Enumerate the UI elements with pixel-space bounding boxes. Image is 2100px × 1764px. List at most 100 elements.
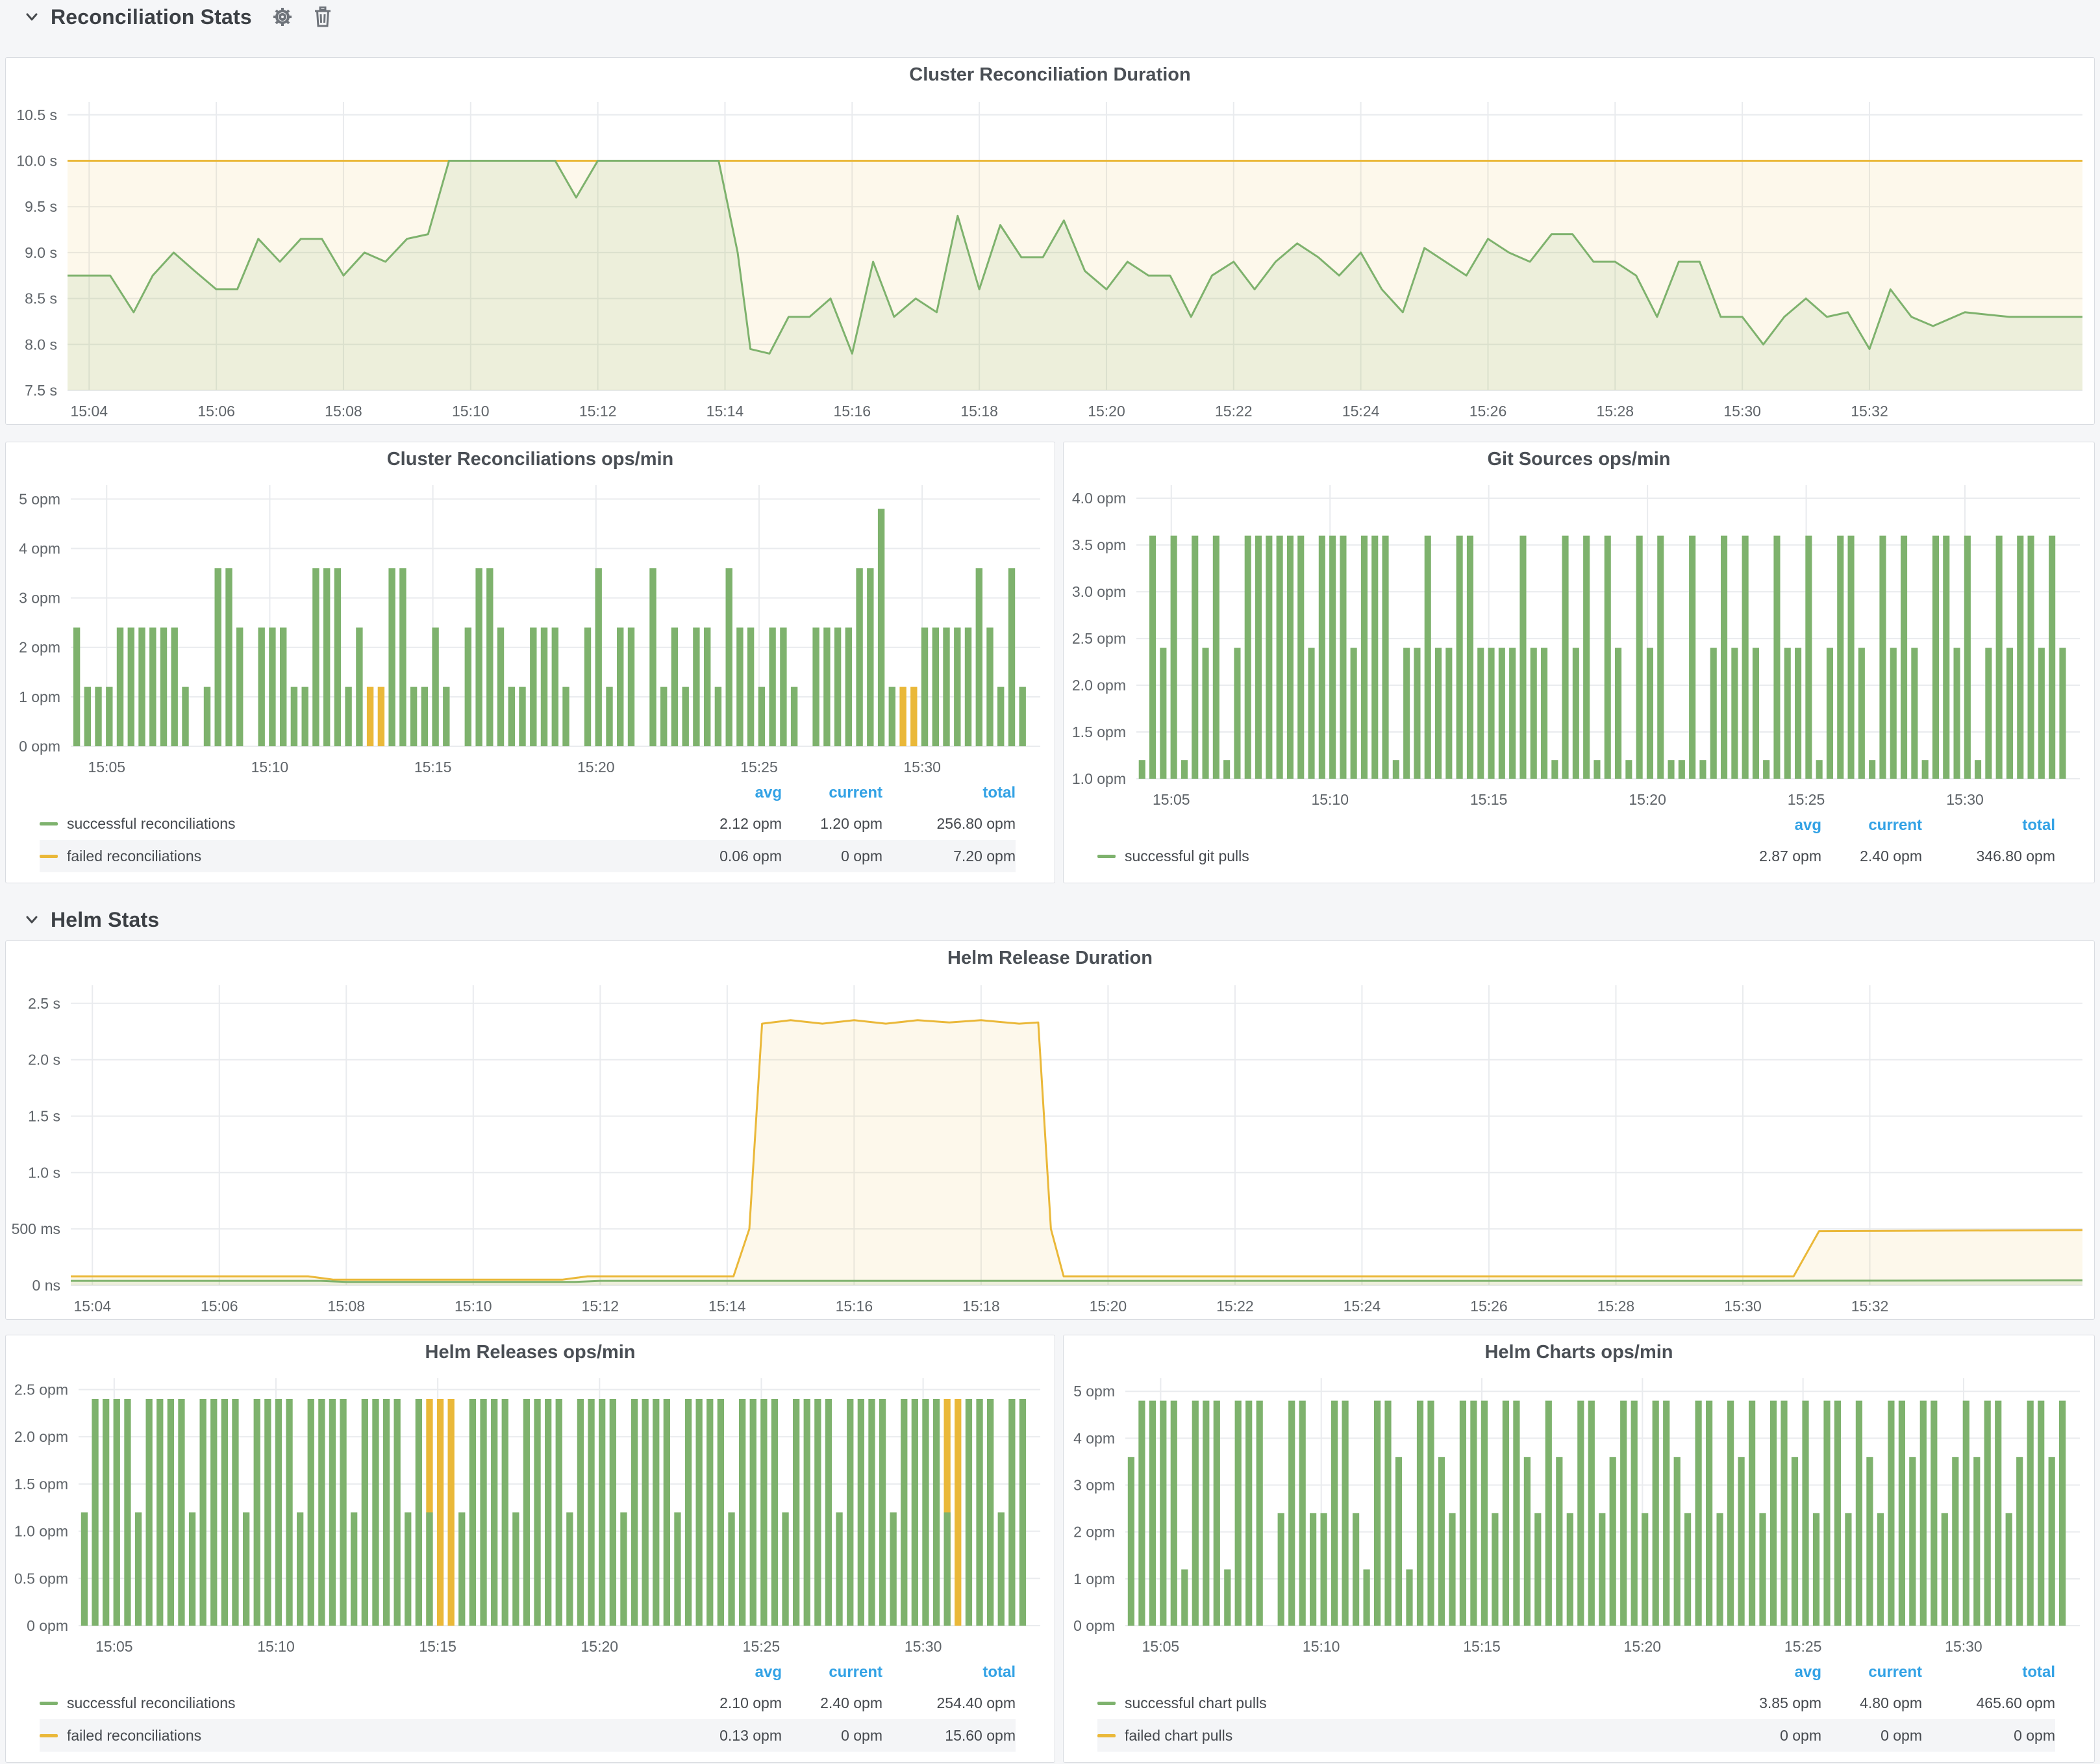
svg-text:9.5 s: 9.5 s xyxy=(25,198,57,215)
svg-text:15:06: 15:06 xyxy=(201,1298,238,1315)
svg-text:1.0 opm: 1.0 opm xyxy=(1072,770,1126,787)
svg-text:10.5 s: 10.5 s xyxy=(16,107,57,123)
legend-header-total[interactable]: total xyxy=(1922,816,2055,835)
legend-header-current[interactable]: current xyxy=(782,1663,882,1682)
series-color-dash xyxy=(1097,1734,1116,1737)
legend-header-total[interactable]: total xyxy=(882,1663,1016,1682)
svg-text:15:30: 15:30 xyxy=(905,1638,942,1655)
svg-text:2.0 opm: 2.0 opm xyxy=(1072,677,1126,694)
section-title[interactable]: Helm Stats xyxy=(51,908,159,932)
legend-series[interactable]: failed reconciliations xyxy=(40,848,665,865)
legend-header-total[interactable]: total xyxy=(882,784,1016,802)
svg-text:15:18: 15:18 xyxy=(960,403,998,420)
svg-text:15:20: 15:20 xyxy=(1624,1638,1662,1655)
svg-text:15:28: 15:28 xyxy=(1597,1298,1635,1315)
line-chart[interactable]: 7.5 s8.0 s8.5 s9.0 s9.5 s10.0 s10.5 s15:… xyxy=(6,92,2094,424)
svg-text:3 opm: 3 opm xyxy=(1073,1477,1115,1494)
legend-total-value: 254.40 opm xyxy=(882,1695,1016,1712)
svg-text:15:26: 15:26 xyxy=(1469,403,1507,420)
svg-text:15:05: 15:05 xyxy=(1153,791,1190,808)
svg-text:15:28: 15:28 xyxy=(1597,403,1634,420)
chart-cluster-reconciliations-ops[interactable]: 0 opm1 opm2 opm3 opm4 opm5 opm15:0515:10… xyxy=(6,476,1055,779)
panel-title[interactable]: Helm Release Duration xyxy=(6,941,2094,975)
legend-current-value: 0 opm xyxy=(782,848,882,865)
section-title[interactable]: Reconciliation Stats xyxy=(51,5,252,29)
legend-row-failed-chart-pulls: failed chart pulls 0 opm 0 opm 0 opm xyxy=(1097,1719,2055,1752)
panel-cluster-reconciliation-duration: Cluster Reconciliation Duration 7.5 s8.0… xyxy=(5,57,2095,425)
legend-row-successful-git-pulls: successful git pulls 2.87 opm 2.40 opm 3… xyxy=(1097,840,2055,872)
bar-chart[interactable]: 0 opm1 opm2 opm3 opm4 opm5 opm15:0515:10… xyxy=(1064,1369,2094,1658)
trash-icon[interactable] xyxy=(313,6,332,28)
section-header-reconciliation-stats[interactable]: Reconciliation Stats xyxy=(14,1,332,32)
svg-text:15:20: 15:20 xyxy=(577,759,615,775)
chart-git-sources-ops[interactable]: 1.0 opm1.5 opm2.0 opm2.5 opm3.0 opm3.5 o… xyxy=(1064,476,2094,811)
svg-text:2.0 opm: 2.0 opm xyxy=(14,1428,68,1445)
series-color-dash xyxy=(1097,1702,1116,1705)
chevron-down-icon[interactable] xyxy=(23,911,40,928)
legend-series[interactable]: successful chart pulls xyxy=(1097,1695,1705,1712)
legend-total-value: 465.60 opm xyxy=(1922,1695,2055,1712)
chart-helm-releases-ops[interactable]: 0 opm0.5 opm1.0 opm1.5 opm2.0 opm2.5 opm… xyxy=(6,1369,1055,1658)
svg-text:15:16: 15:16 xyxy=(836,1298,873,1315)
svg-text:15:06: 15:06 xyxy=(197,403,235,420)
svg-text:15:30: 15:30 xyxy=(1724,1298,1762,1315)
legend: avg current total successful reconciliat… xyxy=(6,1658,1055,1762)
legend-header-current[interactable]: current xyxy=(782,784,882,802)
chart-helm-release-duration[interactable]: 0 ns500 ms1.0 s1.5 s2.0 s2.5 s15:0415:06… xyxy=(6,975,2094,1319)
chevron-down-icon[interactable] xyxy=(23,8,40,25)
legend-series[interactable]: successful reconciliations xyxy=(40,815,665,833)
legend-header-avg[interactable]: avg xyxy=(1705,816,1821,835)
bar-chart[interactable]: 1.0 opm1.5 opm2.0 opm2.5 opm3.0 opm3.5 o… xyxy=(1064,476,2094,811)
legend: avg current total successful git pulls 2… xyxy=(1064,811,2094,883)
panel-title[interactable]: Cluster Reconciliation Duration xyxy=(6,58,2094,92)
svg-text:15:10: 15:10 xyxy=(1311,791,1349,808)
svg-text:3.0 opm: 3.0 opm xyxy=(1072,583,1126,600)
panel-title[interactable]: Helm Charts ops/min xyxy=(1064,1335,2094,1369)
legend-row-successful-reconciliations: successful reconciliations 2.12 opm 1.20… xyxy=(40,807,1016,840)
legend-series[interactable]: successful reconciliations xyxy=(40,1695,665,1712)
bar-chart[interactable]: 0 opm1 opm2 opm3 opm4 opm5 opm15:0515:10… xyxy=(6,476,1055,779)
legend-series[interactable]: failed chart pulls xyxy=(1097,1727,1705,1745)
svg-text:10.0 s: 10.0 s xyxy=(16,152,57,169)
panel-helm-release-duration: Helm Release Duration 0 ns500 ms1.0 s1.5… xyxy=(5,940,2095,1320)
gear-icon[interactable] xyxy=(271,6,294,28)
legend-header-avg[interactable]: avg xyxy=(665,784,782,802)
legend-avg-value: 2.12 opm xyxy=(665,815,782,833)
legend-current-value: 0 opm xyxy=(1821,1727,1922,1745)
svg-text:1.5 opm: 1.5 opm xyxy=(1072,724,1126,740)
legend-series[interactable]: failed reconciliations xyxy=(40,1727,665,1745)
svg-text:15:05: 15:05 xyxy=(1142,1638,1180,1655)
svg-text:15:15: 15:15 xyxy=(1470,791,1508,808)
line-chart[interactable]: 0 ns500 ms1.0 s1.5 s2.0 s2.5 s15:0415:06… xyxy=(6,975,2094,1319)
series-color-dash xyxy=(1097,855,1116,858)
legend-avg-value: 3.85 opm xyxy=(1705,1695,1821,1712)
legend-series[interactable]: successful git pulls xyxy=(1097,848,1705,865)
legend-avg-value: 2.10 opm xyxy=(665,1695,782,1712)
chart-helm-charts-ops[interactable]: 0 opm1 opm2 opm3 opm4 opm5 opm15:0515:10… xyxy=(1064,1369,2094,1658)
legend-total-value: 0 opm xyxy=(1922,1727,2055,1745)
legend-header-current[interactable]: current xyxy=(1821,816,1922,835)
bar-chart[interactable]: 0 opm0.5 opm1.0 opm1.5 opm2.0 opm2.5 opm… xyxy=(6,1369,1055,1658)
legend-avg-value: 2.87 opm xyxy=(1705,848,1821,865)
legend-header-avg[interactable]: avg xyxy=(665,1663,782,1682)
chart-cluster-reconciliation-duration[interactable]: 7.5 s8.0 s8.5 s9.0 s9.5 s10.0 s10.5 s15:… xyxy=(6,92,2094,424)
svg-text:2 opm: 2 opm xyxy=(1073,1524,1115,1541)
svg-text:4.0 opm: 4.0 opm xyxy=(1072,490,1126,507)
svg-text:15:20: 15:20 xyxy=(1090,1298,1127,1315)
section-header-helm-stats[interactable]: Helm Stats xyxy=(14,904,159,935)
svg-text:15:24: 15:24 xyxy=(1342,403,1380,420)
svg-text:1 opm: 1 opm xyxy=(19,688,60,705)
panel-title[interactable]: Cluster Reconciliations ops/min xyxy=(6,442,1055,476)
svg-text:1 opm: 1 opm xyxy=(1073,1570,1115,1587)
panel-title[interactable]: Git Sources ops/min xyxy=(1064,442,2094,476)
svg-text:0 opm: 0 opm xyxy=(1073,1617,1115,1634)
svg-text:15:10: 15:10 xyxy=(257,1638,295,1655)
legend-header-avg[interactable]: avg xyxy=(1705,1663,1821,1682)
legend-total-value: 7.20 opm xyxy=(882,848,1016,865)
svg-text:15:05: 15:05 xyxy=(88,759,125,775)
legend: avg current total successful reconciliat… xyxy=(6,779,1055,883)
legend-header-total[interactable]: total xyxy=(1922,1663,2055,1682)
legend-header-current[interactable]: current xyxy=(1821,1663,1922,1682)
svg-text:15:22: 15:22 xyxy=(1216,1298,1254,1315)
panel-title[interactable]: Helm Releases ops/min xyxy=(6,1335,1055,1369)
